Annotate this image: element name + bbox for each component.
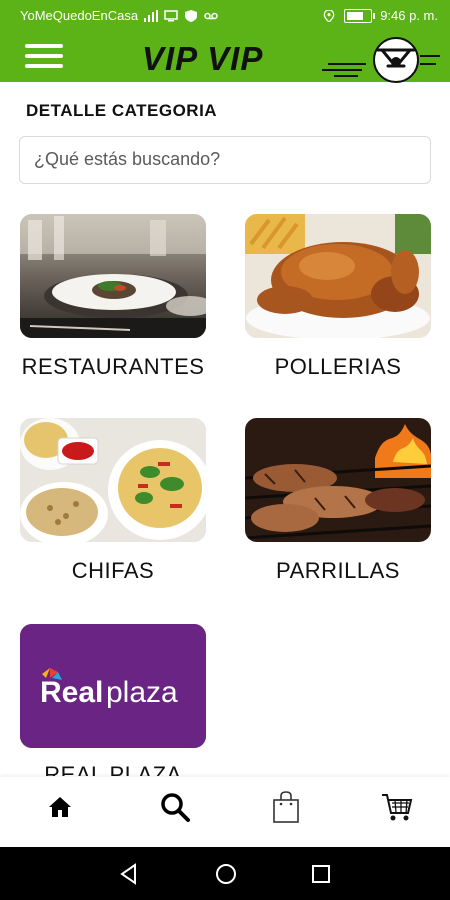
status-left: YoMeQuedoEnCasa bbox=[20, 8, 218, 23]
category-card-parrillas[interactable]: PARRILLAS bbox=[245, 418, 431, 584]
shield-icon bbox=[185, 9, 198, 22]
recents-button[interactable] bbox=[306, 859, 336, 889]
drone-logo-icon[interactable] bbox=[322, 36, 440, 84]
category-card-pollerias[interactable]: POLLERIAS bbox=[245, 214, 431, 380]
category-card-real-plaza[interactable]: Real plaza REAL PLAZA bbox=[20, 624, 206, 776]
bottom-navigation bbox=[0, 777, 450, 847]
svg-text:plaza: plaza bbox=[106, 676, 178, 709]
home-icon bbox=[49, 797, 71, 817]
signal-icon bbox=[144, 9, 159, 22]
realplaza-logo-text: Real bbox=[40, 676, 103, 709]
screen-icon bbox=[164, 9, 178, 21]
realplaza-logo: Real plaza bbox=[20, 624, 206, 748]
back-button[interactable] bbox=[114, 859, 144, 889]
clock: 9:46 p. m. bbox=[380, 8, 438, 23]
grill-meat-photo bbox=[245, 418, 431, 542]
status-bar: YoMeQuedoEnCasa 9:46 p. m. bbox=[0, 0, 450, 34]
back-triangle-icon bbox=[120, 863, 136, 885]
app-header: VIP VIP bbox=[0, 34, 450, 84]
home-circle-icon bbox=[216, 864, 236, 884]
category-label: RESTAURANTES bbox=[21, 354, 205, 379]
search-box[interactable] bbox=[19, 136, 431, 184]
recents-square-icon bbox=[312, 865, 330, 883]
nav-home-button[interactable] bbox=[40, 787, 80, 827]
nav-bag-button[interactable] bbox=[266, 787, 306, 827]
search-icon bbox=[161, 793, 190, 822]
search-input[interactable] bbox=[20, 137, 428, 181]
page-title: DETALLE CATEGORIA bbox=[26, 101, 218, 120]
category-label: REAL PLAZA bbox=[20, 764, 206, 776]
app-title: VIP VIP bbox=[142, 40, 264, 77]
category-card-chifas[interactable]: CHIFAS bbox=[20, 418, 206, 584]
category-label: POLLERIAS bbox=[274, 354, 402, 379]
nav-search-button[interactable] bbox=[155, 787, 195, 827]
voicemail-icon bbox=[204, 12, 218, 19]
category-label: CHIFAS bbox=[71, 558, 155, 583]
chinese-food-photo bbox=[20, 418, 206, 542]
nav-cart-button[interactable] bbox=[377, 787, 417, 827]
shopping-bag-icon bbox=[273, 791, 299, 823]
battery-icon bbox=[344, 8, 376, 23]
home-system-button[interactable] bbox=[211, 859, 241, 889]
category-card-restaurantes[interactable]: RESTAURANTES bbox=[20, 214, 206, 380]
location-icon bbox=[323, 9, 335, 22]
cart-icon bbox=[382, 794, 413, 821]
category-label: PARRILLAS bbox=[276, 558, 400, 583]
roast-chicken-photo bbox=[245, 214, 431, 338]
restaurant-dish-photo bbox=[20, 214, 206, 338]
system-navigation-bar bbox=[0, 847, 450, 900]
status-right: 9:46 p. m. bbox=[322, 8, 438, 23]
hamburger-menu-icon[interactable] bbox=[25, 41, 63, 71]
carrier-name: YoMeQuedoEnCasa bbox=[20, 8, 139, 23]
